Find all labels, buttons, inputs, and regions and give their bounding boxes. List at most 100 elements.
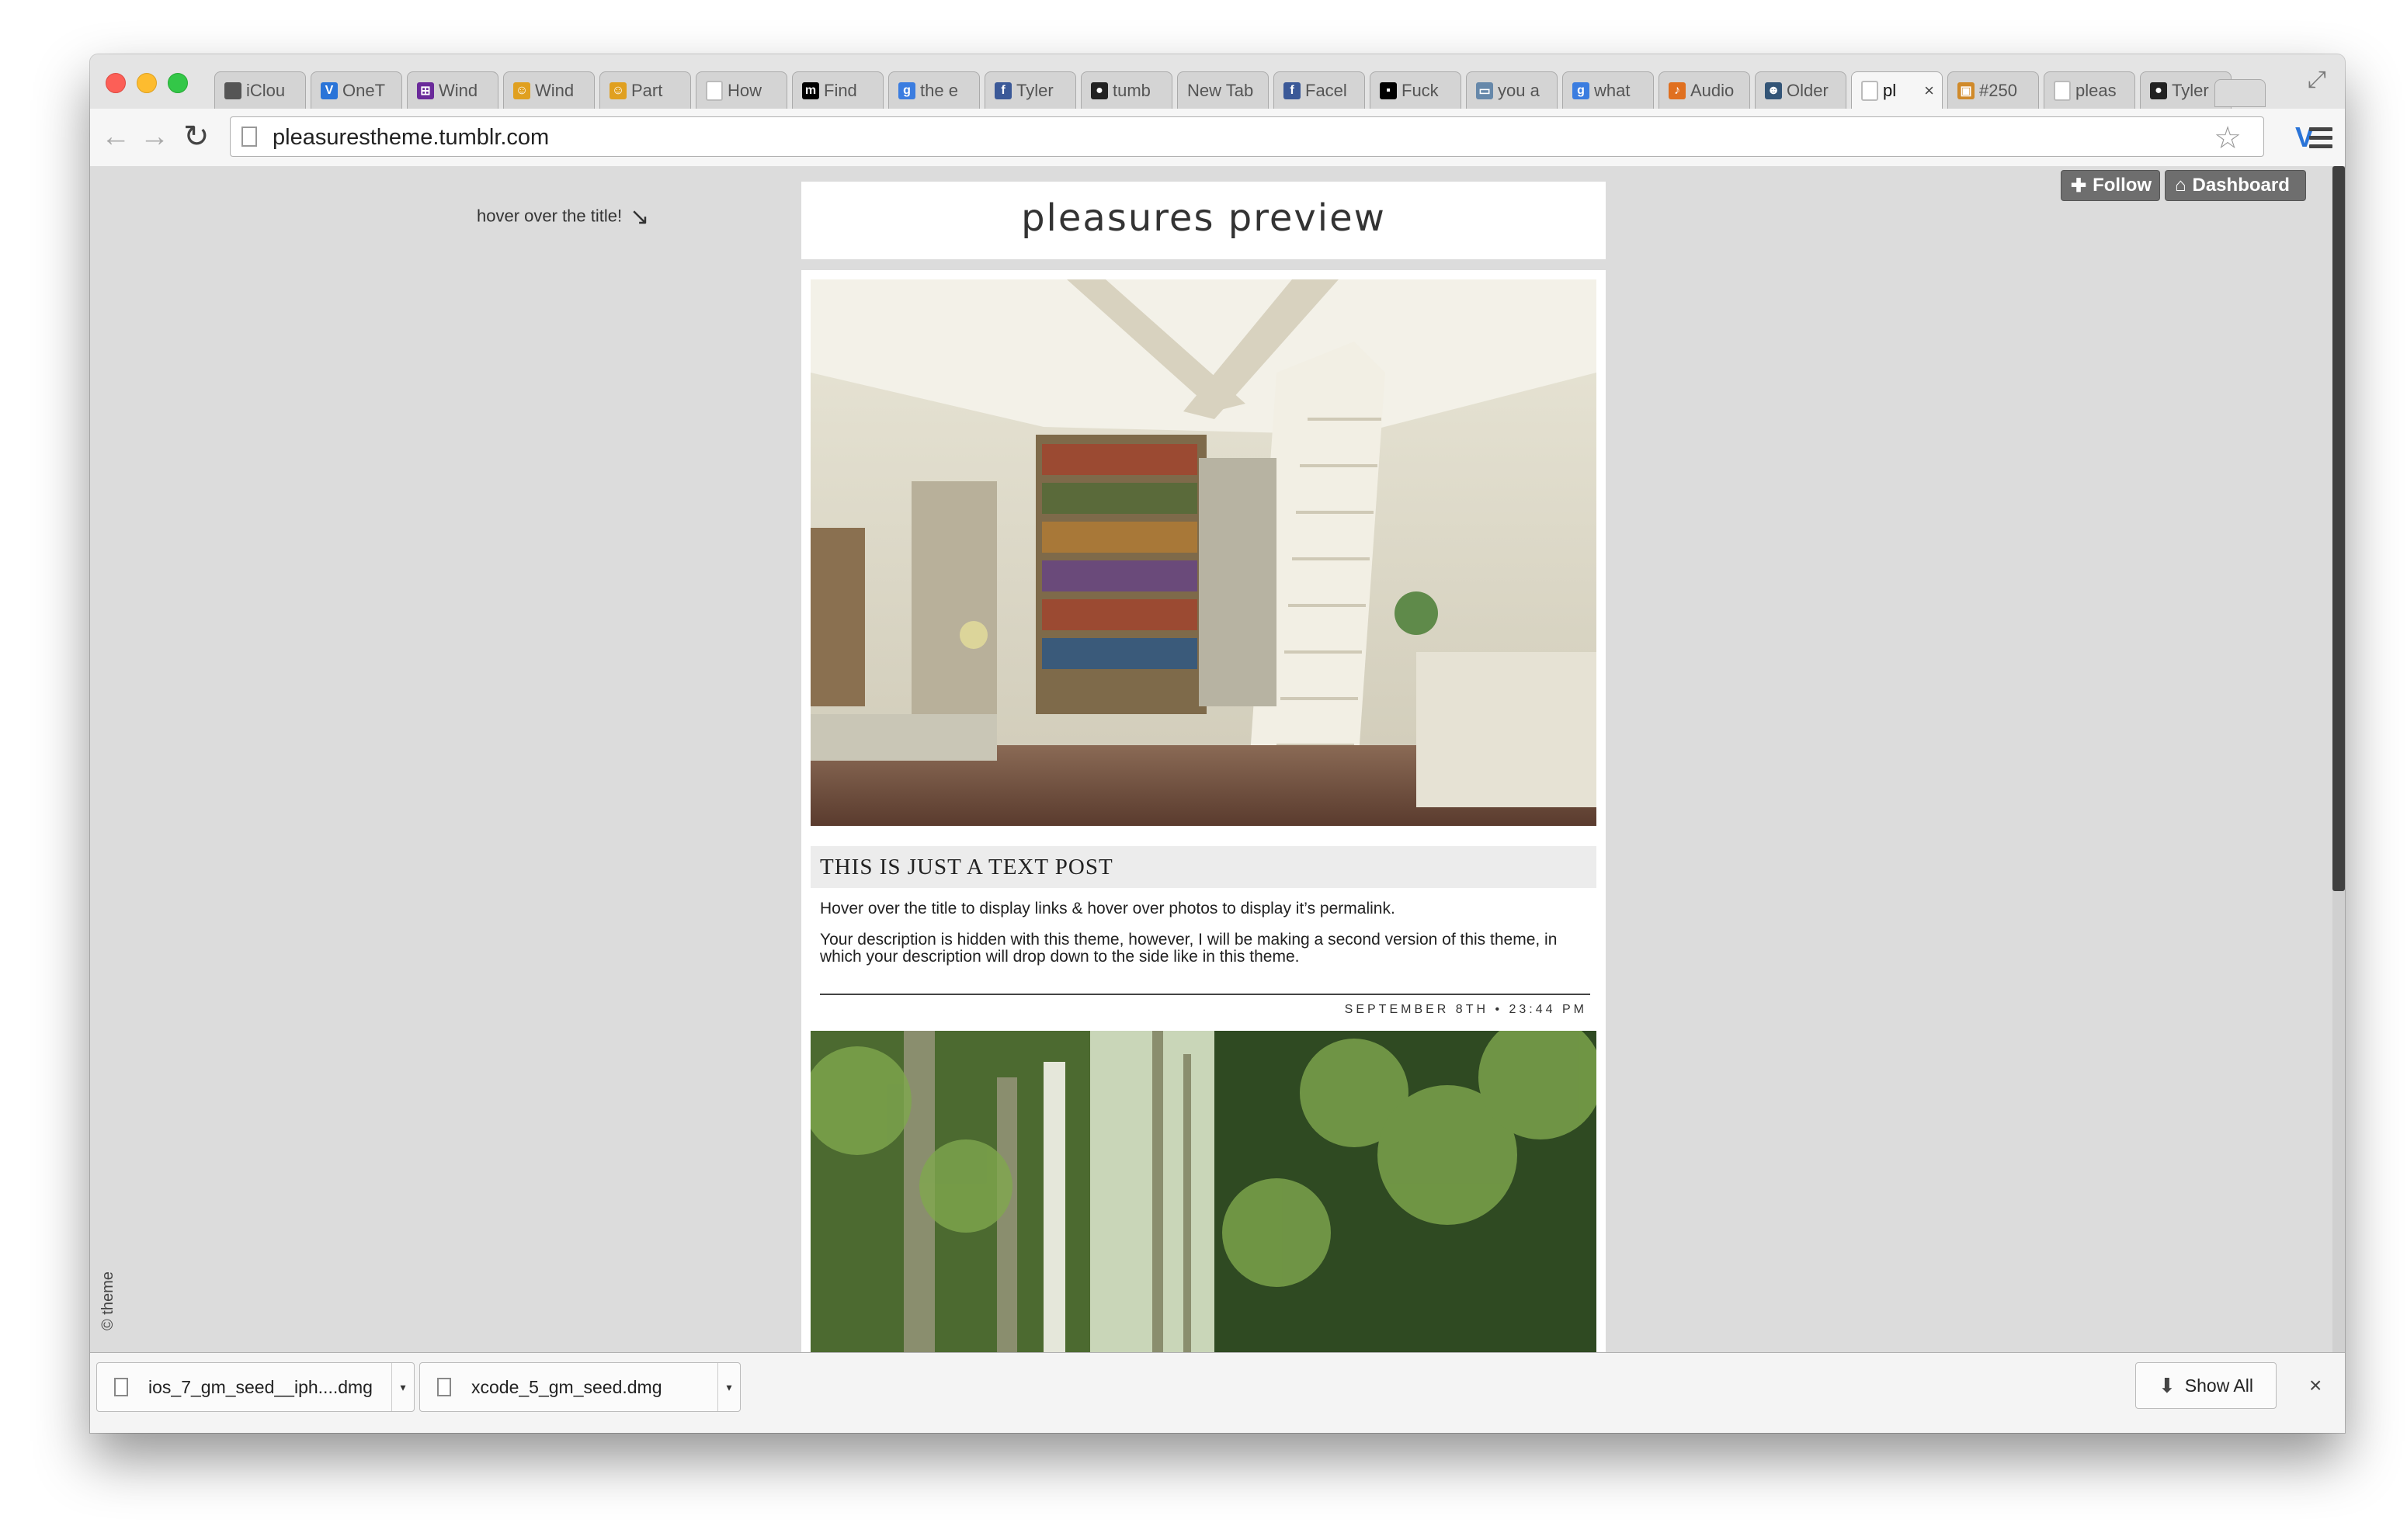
v-icon: V (321, 82, 338, 99)
tab-label: you a (1498, 80, 1540, 100)
page-icon (1861, 80, 1878, 101)
address-bar[interactable]: ☆ (230, 116, 2264, 157)
tab[interactable]: New Tab (1177, 71, 1269, 109)
follow-button[interactable]: ✚ Follow (2061, 170, 2160, 201)
tab[interactable]: ♪ Audio (1659, 71, 1750, 109)
download-item[interactable]: xcode_5_gm_seed.dmg ▾ (419, 1362, 741, 1412)
tab[interactable]: ☺ Part (599, 71, 691, 109)
theme-credit[interactable]: © theme (99, 1271, 117, 1330)
tab-label: Facel (1305, 80, 1347, 100)
menu-icon[interactable] (2309, 127, 2332, 153)
blog-title[interactable]: pleasures preview (801, 182, 1606, 255)
audio-icon: ♪ (1669, 82, 1686, 99)
post-paragraph-1: Hover over the title to display links & … (820, 900, 1395, 917)
tab-label: Tyler (2172, 80, 2209, 100)
dashboard-button[interactable]: ⌂ Dashboard (2165, 170, 2306, 201)
download-item[interactable]: ios_7_gm_seed__iph....dmg ▾ (96, 1362, 415, 1412)
fullscreen-icon[interactable]: ⤢ (2308, 67, 2326, 93)
tab-label: Find (824, 80, 857, 100)
google-icon: g (1572, 82, 1589, 99)
tab[interactable]: f Facel (1273, 71, 1365, 109)
tab[interactable]: g what (1562, 71, 1654, 109)
laptop-icon: ▭ (1476, 82, 1493, 99)
follow-label: Follow (2093, 175, 2152, 196)
show-all-downloads-button[interactable]: ⬇ Show All (2135, 1362, 2277, 1409)
tab-label: OneT (342, 80, 386, 100)
blog-header[interactable]: pleasures preview (801, 182, 1606, 259)
close-tab-icon[interactable]: × (1924, 81, 1934, 101)
m-icon: m (802, 82, 819, 99)
posts-column: THIS IS JUST A TEXT POST Hover over the … (801, 270, 1606, 1352)
file-icon (114, 1378, 128, 1396)
tab-label: Wind (439, 80, 478, 100)
page-icon (2054, 80, 2071, 101)
download-filename: xcode_5_gm_seed.dmg (471, 1376, 662, 1397)
hover-hint: hover over the title! ↘ (477, 203, 649, 231)
page-icon (706, 80, 723, 101)
dashboard-label: Dashboard (2192, 175, 2290, 196)
photo-post-forest[interactable] (811, 1031, 1596, 1352)
arrow-down-right-icon: ↘ (630, 204, 650, 230)
minimize-window-button[interactable] (137, 73, 157, 93)
post-divider (820, 994, 1590, 995)
tab[interactable]: pl × (1851, 71, 1943, 109)
people-icon: ☺ (610, 82, 627, 99)
tab-label: pleas (2075, 80, 2117, 100)
tab[interactable]: V OneT (311, 71, 402, 109)
tab[interactable]: ☺ Wind (503, 71, 595, 109)
tab[interactable]: How (696, 71, 787, 109)
tab-label: what (1594, 80, 1631, 100)
tab[interactable]: ▣ #250 (1947, 71, 2039, 109)
windows-icon: ⊞ (417, 82, 434, 99)
people-icon: ☺ (513, 82, 530, 99)
tab-label: Tyler (1016, 80, 1054, 100)
apple-icon (224, 82, 241, 99)
url-input[interactable] (271, 122, 2169, 153)
post-date[interactable]: SEPTEMBER 8TH • 23:44 PM (1345, 1003, 1587, 1017)
browser-toolbar: ← → ↻ ☆ V (90, 109, 2345, 167)
tab[interactable]: m Find (792, 71, 884, 109)
download-filename: ios_7_gm_seed__iph....dmg (148, 1376, 373, 1397)
dropdown-caret-icon[interactable]: ▾ (391, 1363, 414, 1411)
tab[interactable]: pleas (2044, 71, 2135, 109)
back-button[interactable]: ← (101, 121, 130, 152)
downloads-bar: ios_7_gm_seed__iph....dmg ▾ xcode_5_gm_s… (90, 1352, 2345, 1433)
github-icon: ● (1091, 82, 1108, 99)
tab-label: Audio (1690, 80, 1735, 100)
post-paragraph-2: Your description is hidden with this the… (820, 931, 1558, 966)
file-icon (437, 1378, 451, 1396)
tab-label: Fuck (1401, 80, 1439, 100)
scrollbar-thumb[interactable] (2332, 166, 2345, 891)
tab[interactable]: ⊞ Wind (407, 71, 498, 109)
tab[interactable]: ● tumb (1081, 71, 1172, 109)
dropdown-caret-icon[interactable]: ▾ (717, 1363, 740, 1411)
tab[interactable]: f Tyler (985, 71, 1076, 109)
photo-post-interior[interactable] (811, 279, 1596, 826)
scrollbar[interactable] (2332, 166, 2345, 1352)
new-tab-button[interactable] (2214, 79, 2266, 107)
tab-label: #250 (1979, 80, 2017, 100)
tabs: iClou V OneT ⊞ Wind ☺ Wind ☺ Part How m Find g the ef… (214, 71, 2326, 109)
close-downloads-icon[interactable]: × (2309, 1373, 2322, 1398)
fuck-icon: ▪ (1380, 82, 1397, 99)
forward-button[interactable]: → (140, 121, 169, 152)
tab[interactable]: iClou (214, 71, 306, 109)
tab[interactable]: ▪ Fuck (1370, 71, 1461, 109)
close-window-button[interactable] (106, 73, 126, 93)
tab-label: New Tab (1187, 80, 1254, 100)
reload-button[interactable]: ↻ (183, 121, 210, 152)
tab-label: Older (1787, 80, 1829, 100)
show-all-label: Show All (2184, 1375, 2253, 1396)
tab[interactable]: g the e (888, 71, 980, 109)
tab[interactable]: ☻ Older (1755, 71, 1846, 109)
zoom-window-button[interactable] (168, 73, 188, 93)
tab-label: Part (631, 80, 663, 100)
post-title[interactable]: THIS IS JUST A TEXT POST (811, 846, 1596, 888)
bookmark-star-icon[interactable]: ☆ (2214, 120, 2242, 156)
tab-strip: iClou V OneT ⊞ Wind ☺ Wind ☺ Part How m Find g the ef… (90, 54, 2345, 109)
facebook-icon: f (995, 82, 1012, 99)
page-icon (241, 127, 257, 147)
tab[interactable]: ▭ you a (1466, 71, 1558, 109)
folder-icon: ▣ (1957, 82, 1975, 99)
hover-hint-text: hover over the title! (477, 206, 623, 226)
